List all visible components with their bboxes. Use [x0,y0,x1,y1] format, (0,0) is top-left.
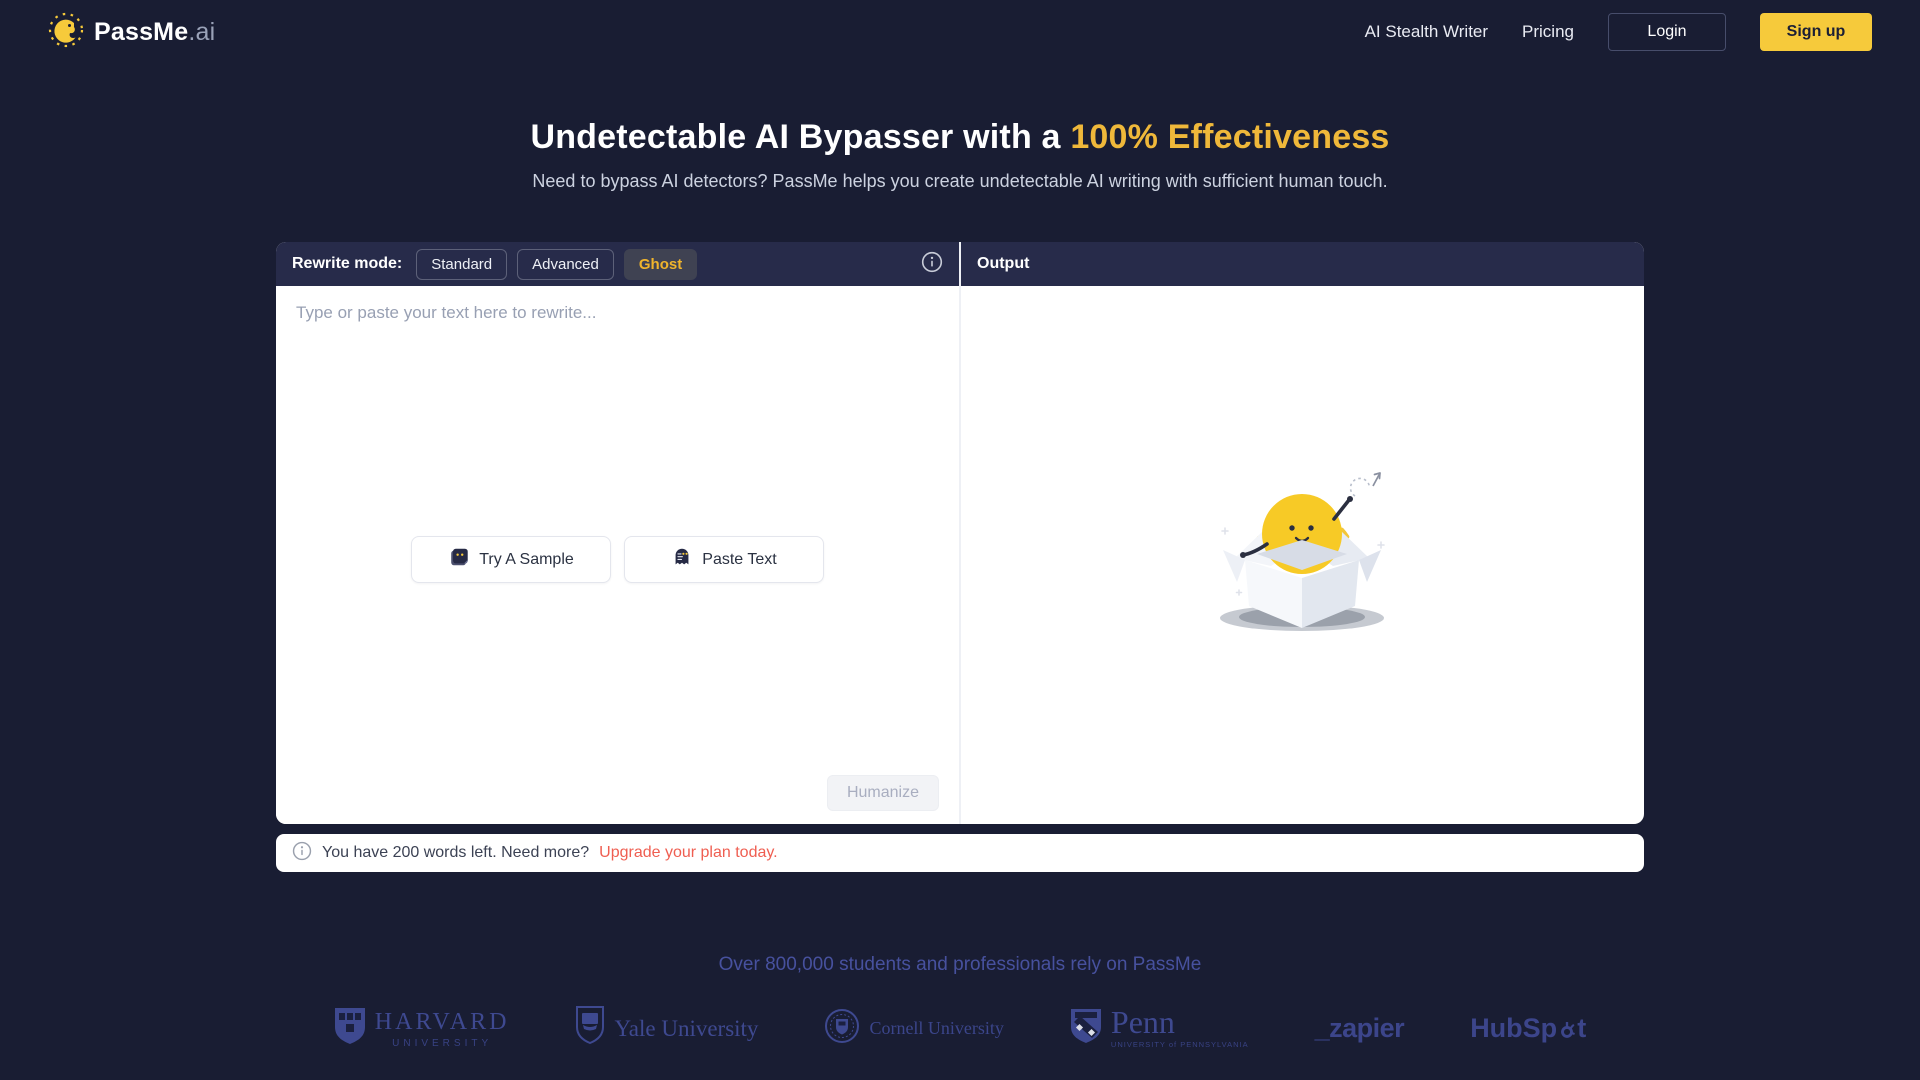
banner-info-icon [292,841,312,866]
cornell-wordmark: Cornell University [869,1018,1004,1038]
output-area [961,286,1644,824]
upgrade-plan-link[interactable]: Upgrade your plan today. [599,844,777,862]
logo-strip: HARVARD UNIVERSITY Yale University Corne… [0,1006,1920,1051]
login-button[interactable]: Login [1608,13,1726,51]
editor-workspace: Rewrite mode: Standard Advanced Ghost Ty… [276,242,1644,824]
mode-advanced-button[interactable]: Advanced [517,248,614,280]
mode-ghost-button[interactable]: Ghost [623,248,698,280]
social-proof-tagline: Over 800,000 students and professionals … [718,954,1202,975]
empty-box-illustration [1195,464,1410,647]
output-header: Output [961,242,1644,286]
cornell-logo: Cornell University [824,1008,1004,1049]
brand-name: PassMe.ai [94,17,216,46]
try-a-sample-button[interactable]: Try A Sample [411,536,611,583]
output-title: Output [977,255,1030,272]
yale-logo: Yale University [575,1006,758,1051]
nav-links: AI Stealth Writer Pricing Login Sign up [1365,13,1872,51]
output-column: Output [961,242,1644,824]
page-title-highlight: 100% Effectiveness [1070,118,1390,156]
yale-wordmark: Yale University [614,1015,759,1041]
penn-logo: Penn UNIVERSITY of PENNSYLVANIA [1070,1004,1249,1049]
hubspot-sprocket-icon [1558,1021,1576,1040]
cornell-seal-icon [824,1008,860,1049]
yale-shield-icon [575,1006,605,1051]
nav-link-ai-stealth-writer[interactable]: AI Stealth Writer [1365,22,1488,42]
info-icon[interactable] [921,251,943,278]
zapier-wordmark: _zapier [1314,1013,1405,1043]
rewrite-mode-label: Rewrite mode: [292,255,403,272]
words-left-banner: You have 200 words left. Need more? Upgr… [276,834,1644,872]
ghost-paste-icon [671,546,693,573]
ghost-book-icon [448,546,470,573]
editor-panel: Rewrite mode: Standard Advanced Ghost Ty… [276,242,1644,824]
zapier-logo: _zapier [1315,1013,1405,1044]
navbar: PassMe.ai AI Stealth Writer Pricing Logi… [0,0,1920,64]
humanize-button[interactable]: Humanize [826,775,939,811]
mode-standard-button[interactable]: Standard [416,248,508,280]
harvard-wordmark: HARVARD UNIVERSITY [374,1008,510,1049]
signup-button[interactable]: Sign up [1760,13,1872,51]
harvard-logo: HARVARD UNIVERSITY [334,1007,510,1050]
page-title: Undetectable AI Bypasser with a 100% Eff… [530,118,1390,156]
penn-wordmark: Penn UNIVERSITY of PENNSYLVANIA [1110,1004,1249,1049]
words-left-text: You have 200 words left. Need more? [322,844,590,861]
paste-text-button[interactable]: Paste Text [624,536,824,583]
hero-section: Undetectable AI Bypasser with a 100% Eff… [0,118,1920,192]
paste-text-label: Paste Text [702,550,777,568]
rewrite-mode-toolbar: Rewrite mode: Standard Advanced Ghost [276,242,959,286]
penn-shield-icon [1070,1008,1102,1049]
input-column: Rewrite mode: Standard Advanced Ghost Ty… [276,242,959,824]
chick-icon [48,12,84,53]
sample-actions: Try A Sample Paste Text [276,536,959,583]
nav-link-pricing[interactable]: Pricing [1522,22,1574,42]
harvard-shield-icon [334,1007,366,1050]
input-area: Try A Sample [276,286,959,824]
brand-suffix: .ai [188,17,216,46]
page-subtitle: Need to bypass AI detectors? PassMe help… [532,171,1388,191]
brand-logo[interactable]: PassMe.ai [48,12,215,53]
hubspot-logo: HubSp t [1470,1013,1586,1044]
hubspot-wordmark: HubSp t [1470,1013,1587,1043]
try-a-sample-label: Try A Sample [479,550,574,568]
